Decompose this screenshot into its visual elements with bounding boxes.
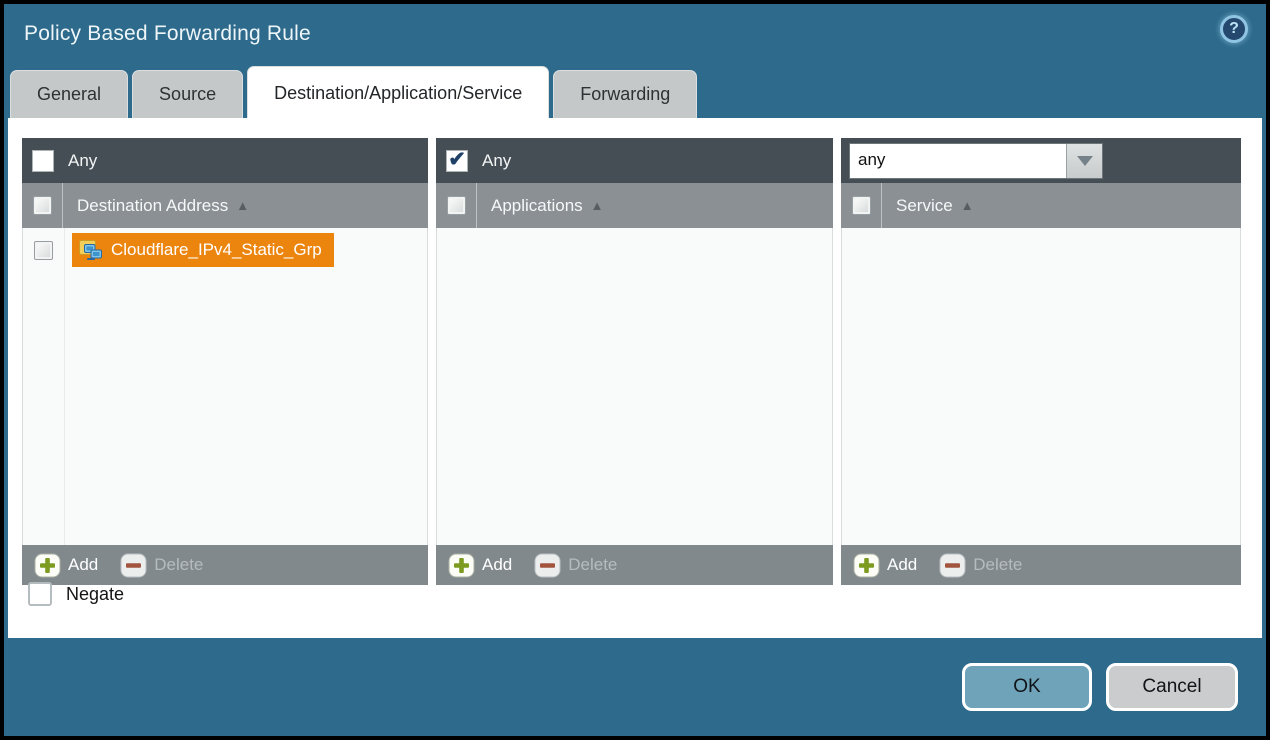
address-group-label: Cloudflare_IPv4_Static_Grp: [111, 240, 322, 260]
dialog-title: Policy Based Forwarding Rule: [24, 22, 311, 46]
destination-any-checkbox[interactable]: [32, 150, 54, 172]
applications-select-all-checkbox[interactable]: [447, 196, 466, 215]
service-list: [841, 228, 1241, 545]
add-label: Add: [887, 555, 917, 575]
header-checkbox-cell: [436, 183, 477, 228]
service-column-header[interactable]: Service ▲: [841, 183, 1241, 228]
chevron-down-icon[interactable]: [1066, 144, 1102, 178]
applications-header-label: Applications: [491, 196, 583, 216]
service-column: any Service ▲: [841, 138, 1241, 585]
minus-icon: [939, 553, 966, 578]
screenshot-frame: Policy Based Forwarding Rule ? General S…: [0, 0, 1270, 740]
sort-asc-icon: ▲: [591, 198, 604, 213]
service-type-dropdown[interactable]: any: [849, 143, 1103, 179]
applications-list: [436, 228, 833, 545]
destination-footer: Add Delete: [22, 545, 428, 585]
ok-button[interactable]: OK: [962, 663, 1092, 711]
applications-any-checkbox[interactable]: ✔: [446, 150, 468, 172]
check-icon: ✔: [448, 149, 466, 170]
destination-select-all-checkbox[interactable]: [33, 196, 52, 215]
cancel-button[interactable]: Cancel: [1106, 663, 1238, 711]
help-icon[interactable]: ?: [1220, 15, 1248, 43]
negate-row: Negate: [28, 582, 124, 606]
help-glyph: ?: [1229, 21, 1239, 37]
applications-column-header[interactable]: Applications ▲: [436, 183, 833, 228]
delete-label: Delete: [973, 555, 1022, 575]
service-header-label: Service: [896, 196, 953, 216]
dialog-footer: OK Cancel: [4, 638, 1266, 736]
dialog-titlebar: Policy Based Forwarding Rule ?: [4, 4, 1266, 68]
destination-address-column: Any Destination Address ▲: [22, 138, 428, 585]
address-group-item[interactable]: Cloudflare_IPv4_Static_Grp: [72, 233, 334, 267]
tab-source[interactable]: Source: [132, 70, 243, 118]
address-group-icon: [78, 238, 105, 262]
add-button[interactable]: Add: [853, 553, 917, 578]
destination-address-column-header[interactable]: Destination Address ▲: [22, 183, 428, 228]
tab-content-panel: Any Destination Address ▲: [8, 118, 1262, 638]
minus-icon: [120, 553, 147, 578]
table-row: Cloudflare_IPv4_Static_Grp: [23, 228, 427, 272]
applications-any-label: Any: [482, 151, 511, 171]
destination-header-label: Destination Address: [77, 196, 228, 216]
row-checkbox[interactable]: [34, 241, 53, 260]
destination-any-label: Any: [68, 151, 97, 171]
pbf-rule-dialog: Policy Based Forwarding Rule ? General S…: [4, 4, 1266, 736]
tab-bar: General Source Destination/Application/S…: [10, 66, 697, 118]
service-type-bar: any: [841, 138, 1241, 183]
delete-button[interactable]: Delete: [939, 553, 1022, 578]
plus-icon: [34, 553, 61, 578]
service-footer: Add Delete: [841, 545, 1241, 585]
negate-checkbox[interactable]: [28, 582, 52, 606]
plus-icon: [853, 553, 880, 578]
plus-icon: [448, 553, 475, 578]
negate-label: Negate: [66, 584, 124, 605]
destination-any-bar: Any: [22, 138, 428, 183]
tab-destination-application-service[interactable]: Destination/Application/Service: [247, 66, 549, 118]
sort-asc-icon: ▲: [961, 198, 974, 213]
service-type-value: any: [850, 144, 1066, 178]
header-checkbox-cell: [22, 183, 63, 228]
row-checkbox-cell: [23, 241, 64, 260]
delete-button[interactable]: Delete: [534, 553, 617, 578]
add-label: Add: [482, 555, 512, 575]
tab-general[interactable]: General: [10, 70, 128, 118]
add-button[interactable]: Add: [34, 553, 98, 578]
minus-icon: [534, 553, 561, 578]
add-label: Add: [68, 555, 98, 575]
applications-any-bar: ✔ Any: [436, 138, 833, 183]
add-button[interactable]: Add: [448, 553, 512, 578]
tab-forwarding[interactable]: Forwarding: [553, 70, 697, 118]
delete-label: Delete: [154, 555, 203, 575]
applications-column: ✔ Any Applications ▲: [436, 138, 833, 585]
delete-label: Delete: [568, 555, 617, 575]
service-select-all-checkbox[interactable]: [852, 196, 871, 215]
delete-button[interactable]: Delete: [120, 553, 203, 578]
header-checkbox-cell: [841, 183, 882, 228]
applications-footer: Add Delete: [436, 545, 833, 585]
destination-address-list: Cloudflare_IPv4_Static_Grp: [22, 228, 428, 545]
sort-asc-icon: ▲: [236, 198, 249, 213]
